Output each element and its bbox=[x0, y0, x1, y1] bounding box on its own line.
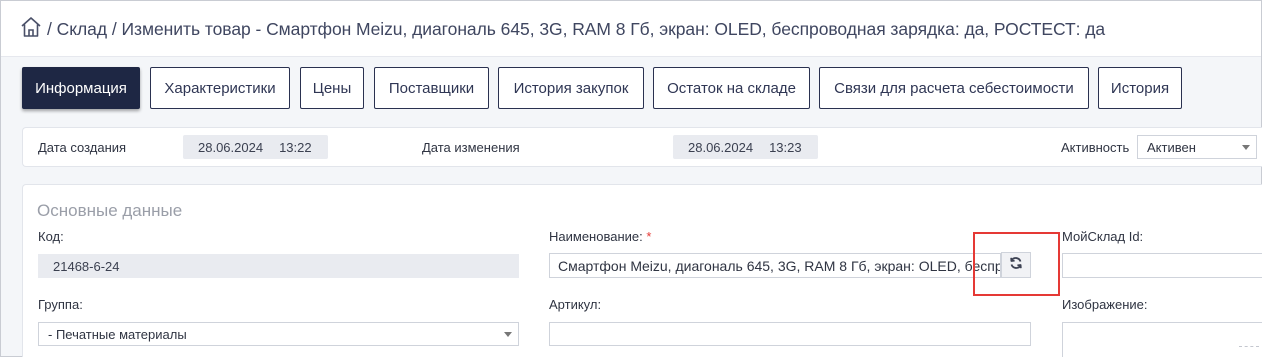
modified-time: 13:23 bbox=[769, 139, 802, 155]
moysklad-id-input[interactable] bbox=[1062, 253, 1262, 278]
chevron-down-icon bbox=[1242, 145, 1250, 150]
resize-handle[interactable] bbox=[1239, 346, 1259, 348]
code-label: Код: bbox=[38, 229, 64, 244]
tab-label: Информация bbox=[35, 79, 127, 97]
home-icon[interactable] bbox=[19, 16, 43, 38]
name-input[interactable]: Смартфон Meizu, диагональ 645, 3G, RAM 8… bbox=[549, 253, 1001, 278]
image-label: Изображение: bbox=[1062, 297, 1148, 312]
required-mark: * bbox=[646, 229, 652, 244]
name-label-text: Наименование: bbox=[549, 229, 643, 244]
created-date: 28.06.2024 bbox=[198, 139, 264, 155]
tab-cost-links[interactable]: Связи для расчета себестоимости bbox=[819, 67, 1089, 109]
created-label: Дата создания bbox=[38, 140, 127, 155]
tab-prices[interactable]: Цены bbox=[300, 67, 364, 109]
code-value: 21468-6-24 bbox=[53, 258, 120, 274]
activity-label: Активность bbox=[1061, 140, 1130, 155]
breadcrumb: / Склад / Изменить товар - Смартфон Meiz… bbox=[47, 19, 1105, 40]
code-field: 21468-6-24 bbox=[38, 254, 519, 278]
tab-information[interactable]: Информация bbox=[22, 67, 140, 109]
chevron-down-icon bbox=[504, 332, 512, 337]
article-input[interactable] bbox=[549, 322, 1031, 346]
created-datetime: 28.06.2024 13:22 bbox=[183, 135, 328, 159]
tab-label: Характеристики bbox=[164, 79, 276, 97]
group-value: - Печатные материалы bbox=[48, 326, 187, 342]
tab-label: Цены bbox=[312, 79, 352, 97]
breadcrumb-separator: / bbox=[47, 19, 52, 39]
group-select[interactable]: - Печатные материалы bbox=[38, 322, 519, 346]
name-label: Наименование: * bbox=[549, 229, 651, 244]
image-upload-area[interactable] bbox=[1062, 322, 1262, 357]
modified-datetime: 28.06.2024 13:23 bbox=[673, 135, 818, 159]
created-time: 13:22 bbox=[279, 139, 312, 155]
tab-purchase-history[interactable]: История закупок bbox=[498, 67, 644, 109]
tab-suppliers[interactable]: Поставщики bbox=[374, 67, 489, 109]
activity-select[interactable]: Активен bbox=[1137, 135, 1257, 159]
group-label: Группа: bbox=[38, 297, 83, 312]
activity-value: Активен bbox=[1147, 139, 1196, 155]
modified-date: 28.06.2024 bbox=[688, 139, 754, 155]
tab-label: История закупок bbox=[513, 79, 629, 97]
highlight-annotation bbox=[973, 232, 1060, 296]
tab-label: Остаток на складе bbox=[667, 79, 796, 97]
tab-history[interactable]: История bbox=[1098, 67, 1182, 109]
tab-label: Связи для расчета себестоимости bbox=[834, 79, 1074, 97]
tab-characteristics[interactable]: Характеристики bbox=[150, 67, 290, 109]
modified-label: Дата изменения bbox=[422, 140, 520, 155]
tab-stock-balance[interactable]: Остаток на складе bbox=[653, 67, 810, 109]
breadcrumb-separator: / bbox=[111, 19, 117, 39]
breadcrumb-item-warehouse[interactable]: Склад bbox=[57, 19, 107, 39]
moysklad-id-label: МойСклад Id: bbox=[1062, 229, 1144, 244]
tab-label: История bbox=[1110, 79, 1170, 97]
name-value: Смартфон Meizu, диагональ 645, 3G, RAM 8… bbox=[558, 257, 1000, 274]
breadcrumb-item-current: Изменить товар - Смартфон Meizu, диагона… bbox=[121, 19, 1106, 39]
tab-label: Поставщики bbox=[388, 79, 475, 97]
section-title: Основные данные bbox=[37, 201, 183, 220]
page-header: / Склад / Изменить товар - Смартфон Meiz… bbox=[1, 1, 1261, 57]
article-label: Артикул: bbox=[549, 297, 602, 312]
